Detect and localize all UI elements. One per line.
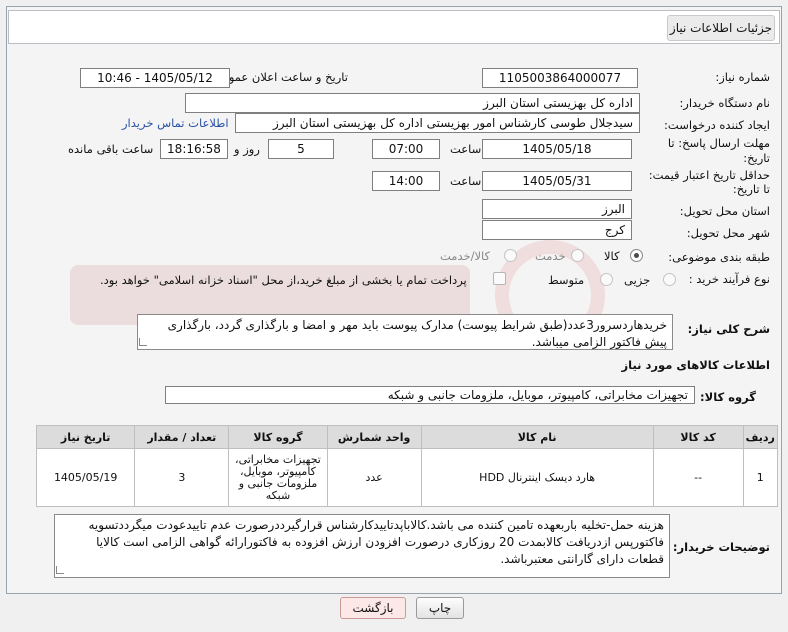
price-validity-label: حداقل تاریخ اعتبار قیمت: bbox=[648, 168, 770, 182]
delivery-province-field: البرز bbox=[482, 199, 632, 219]
need-number-field: 1105003864000077 bbox=[482, 68, 638, 88]
category-both-radio[interactable] bbox=[504, 249, 517, 262]
back-button[interactable]: بازگشت bbox=[340, 597, 406, 619]
col-code-header: کد کالا bbox=[652, 425, 744, 449]
buyer-notes-label: توضیحات خریدار: bbox=[672, 540, 770, 554]
delivery-city-label: شهر محل تحویل: bbox=[686, 226, 770, 240]
col-unit-header: واحد شمارش bbox=[326, 425, 422, 449]
goods-info-title: اطلاعات کالاهای مورد نیاز bbox=[621, 358, 770, 372]
price-validity-label-2: تا تاریخ: bbox=[732, 182, 770, 196]
cell-row: 1 bbox=[742, 448, 779, 507]
cell-code: -- bbox=[652, 448, 744, 507]
process-medium-label: متوسط bbox=[548, 273, 585, 287]
cell-date: 1405/05/19 bbox=[35, 448, 136, 507]
category-both-label: کالا/خدمت bbox=[440, 249, 491, 263]
category-goods-label: کالا bbox=[604, 249, 620, 263]
process-medium-radio[interactable] bbox=[600, 273, 613, 286]
requester-field: سیدجلال طوسی کارشناس امور بهزیستی اداره … bbox=[235, 113, 640, 133]
announce-datetime-label: تاریخ و ساعت اعلان عمومی: bbox=[209, 70, 348, 84]
cell-group: تجهیزات مخابراتی، کامپیوتر، موبایل، ملزو… bbox=[228, 448, 328, 507]
process-minor-radio[interactable] bbox=[663, 273, 676, 286]
category-goods-radio[interactable] bbox=[630, 249, 643, 262]
delivery-province-label: استان محل تحویل: bbox=[679, 204, 770, 218]
category-service-radio[interactable] bbox=[571, 249, 584, 262]
col-group-header: گروه کالا bbox=[228, 425, 328, 449]
requester-label: ایجاد کننده درخواست: bbox=[664, 118, 770, 132]
process-type-label: نوع فرآیند خرید : bbox=[688, 272, 770, 286]
general-description-field[interactable]: خریدهاردسرور3عدد(طبق شرایط پیوست) مدارک … bbox=[137, 314, 673, 350]
days-label: روز و bbox=[234, 142, 260, 156]
remaining-days: 5 bbox=[268, 139, 334, 159]
buyer-org-label: نام دستگاه خریدار: bbox=[679, 96, 770, 110]
cell-name: هارد دیسک اینترنال HDD bbox=[420, 448, 654, 507]
treasury-payment-note: پرداخت تمام یا بخشی از مبلغ خرید،از محل … bbox=[100, 273, 467, 287]
announce-datetime-field: 1405/05/12 - 10:46 bbox=[80, 68, 230, 88]
price-time-label: ساعت bbox=[450, 174, 482, 188]
general-description-label: شرح کلی نیاز: bbox=[687, 322, 770, 336]
tab-need-details[interactable]: جزئیات اطلاعات نیاز bbox=[667, 15, 775, 41]
buyer-contact-link[interactable]: اطلاعات تماس خریدار bbox=[122, 116, 229, 130]
col-row-header: ردیف bbox=[742, 425, 779, 449]
buyer-notes-field[interactable]: هزینه حمل-تخلیه باربعهده تامین کننده می … bbox=[54, 514, 670, 578]
treasury-payment-checkbox[interactable] bbox=[493, 272, 506, 285]
header-bar: جزئیات اطلاعات نیاز bbox=[8, 10, 780, 44]
remaining-label: ساعت باقی مانده bbox=[68, 142, 154, 156]
need-number-label: شماره نیاز: bbox=[715, 70, 770, 84]
buyer-org-field: اداره کل بهزیستی استان البرز bbox=[185, 93, 640, 113]
price-validity-date: 1405/05/31 bbox=[482, 171, 632, 191]
resize-handle-icon[interactable] bbox=[139, 338, 147, 346]
reply-deadline-label: مهلت ارسال پاسخ: تا bbox=[667, 136, 770, 150]
cell-unit: عدد bbox=[326, 448, 422, 507]
category-label: طبقه بندی موضوعی: bbox=[668, 250, 770, 264]
reply-deadline-label-2: تاریخ: bbox=[743, 151, 770, 165]
goods-group-field: تجهیزات مخابراتی، کامپیوتر، موبایل، ملزو… bbox=[165, 386, 695, 404]
table-header-row: ردیف کد کالا نام کالا واحد شمارش گروه کا… bbox=[35, 425, 779, 449]
reply-time-label: ساعت bbox=[450, 142, 482, 156]
category-service-label: خدمت bbox=[535, 249, 566, 263]
price-validity-time: 14:00 bbox=[372, 171, 440, 191]
notes-resize-handle-icon[interactable] bbox=[56, 566, 64, 574]
reply-deadline-date: 1405/05/18 bbox=[482, 139, 632, 159]
delivery-city-field: کرج bbox=[482, 220, 632, 240]
goods-table: ردیف کد کالا نام کالا واحد شمارش گروه کا… bbox=[35, 425, 779, 507]
process-minor-label: جزیی bbox=[624, 273, 651, 287]
reply-deadline-time: 07:00 bbox=[372, 139, 440, 159]
cell-qty: 3 bbox=[134, 448, 230, 507]
print-button[interactable]: چاپ bbox=[416, 597, 464, 619]
goods-group-label: گروه کالا: bbox=[700, 390, 756, 404]
col-date-header: تاریخ نیاز bbox=[35, 425, 136, 449]
col-qty-header: تعداد / مقدار bbox=[134, 425, 230, 449]
col-name-header: نام کالا bbox=[420, 425, 654, 449]
remaining-time: 18:16:58 bbox=[160, 139, 228, 159]
table-row: 1 -- هارد دیسک اینترنال HDD عدد تجهیزات … bbox=[35, 448, 779, 507]
